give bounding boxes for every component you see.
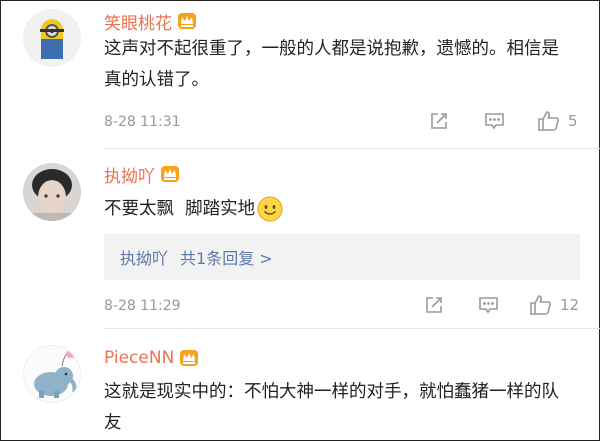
comment-icon bbox=[479, 297, 498, 314]
comment-text: 不要太飘 脚踏实地 bbox=[104, 194, 564, 225]
vip-crown-icon bbox=[180, 350, 199, 366]
like-count: 12 bbox=[560, 296, 580, 314]
avatar[interactable] bbox=[23, 345, 81, 403]
repost-button[interactable] bbox=[429, 107, 449, 135]
comment-text: 这声对不起很重了，一般的人都是说抱歉，遗憾的。相信是真的认错了。 bbox=[104, 39, 559, 90]
vip-crown-icon bbox=[178, 13, 196, 29]
username-text[interactable]: 执拗吖 bbox=[104, 162, 155, 187]
username[interactable]: 笑眼桃花 bbox=[104, 9, 197, 34]
comment-icon bbox=[485, 113, 504, 130]
repost-icon bbox=[426, 297, 442, 313]
username[interactable]: 执拗吖 bbox=[104, 162, 180, 187]
smile-emoji bbox=[257, 196, 283, 222]
like-count: 5 bbox=[568, 112, 578, 130]
repost-button[interactable] bbox=[424, 291, 444, 319]
like-icon bbox=[538, 111, 559, 131]
comment-text-body: 不要太飘 脚踏实地 bbox=[104, 199, 256, 219]
reply-count-link[interactable]: 共1条回复 > bbox=[180, 245, 273, 269]
comment-button[interactable] bbox=[484, 107, 505, 135]
like-icon bbox=[530, 295, 551, 315]
like-button[interactable]: 12 bbox=[529, 291, 579, 319]
username-text[interactable]: 笑眼桃花 bbox=[104, 9, 172, 34]
comment-text: 这就是现实中的：不怕大神一样的对手，就怕蠢猪一样的队友 bbox=[104, 382, 559, 433]
comment-item: PieceNN 这就是现实中的：不怕大神一样的对手，就怕蠢猪一样的队友 bbox=[1, 329, 600, 441]
like-button[interactable]: 5 bbox=[537, 107, 578, 135]
action-bar: 5 bbox=[1, 107, 600, 135]
repost-icon bbox=[431, 113, 447, 129]
comment-button[interactable] bbox=[478, 291, 499, 319]
comment-item: 笑眼桃花 这声对不起很重了，一般的人都是说抱歉，遗憾的。相信是真的认错了。 8-… bbox=[1, 1, 600, 149]
avatar[interactable] bbox=[23, 9, 81, 67]
username-text[interactable]: PieceNN bbox=[104, 348, 174, 368]
reply-author[interactable]: 执拗吖 bbox=[120, 245, 168, 269]
username[interactable]: PieceNN bbox=[104, 346, 199, 370]
comment-list: 笑眼桃花 这声对不起很重了，一般的人都是说抱歉，遗憾的。相信是真的认错了。 8-… bbox=[0, 0, 600, 441]
comment-item: 执拗吖 不要太飘 脚踏实地 执拗吖 共1条回复 > 8-28 11:29 12 bbox=[1, 149, 600, 329]
action-bar: 12 bbox=[1, 291, 600, 319]
reply-preview[interactable]: 执拗吖 共1条回复 > bbox=[104, 234, 580, 280]
avatar[interactable] bbox=[23, 163, 81, 221]
vip-crown-icon bbox=[161, 166, 179, 182]
